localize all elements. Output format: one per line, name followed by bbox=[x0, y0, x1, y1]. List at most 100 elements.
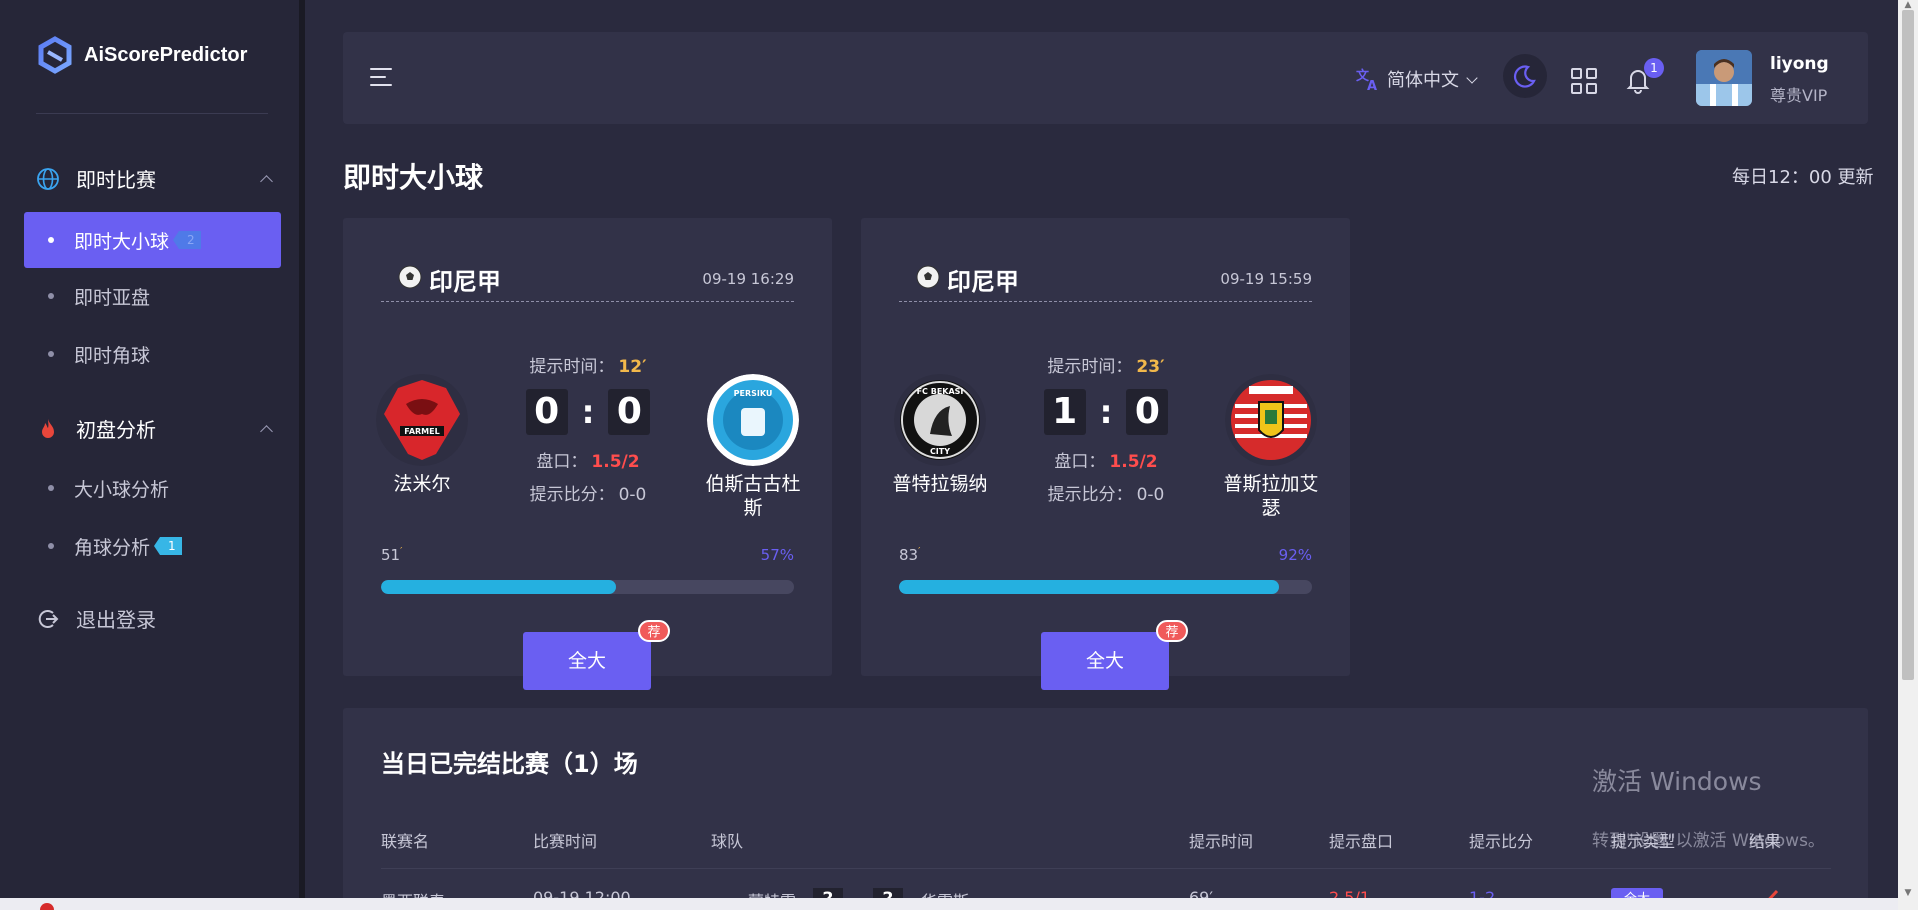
apps-grid-icon[interactable] bbox=[1571, 68, 1597, 94]
handicap-label: 盘口： bbox=[536, 452, 588, 472]
chevron-down-icon bbox=[1467, 74, 1477, 84]
logout-icon bbox=[38, 609, 59, 628]
league-header: 印尼甲 09-19 16:29 bbox=[381, 262, 794, 302]
moon-icon bbox=[1513, 65, 1536, 88]
progress-percent: 92% bbox=[1278, 546, 1312, 564]
progress-fill bbox=[899, 580, 1279, 594]
svg-text:FC BEKASI: FC BEKASI bbox=[917, 387, 964, 396]
app-logo[interactable]: AiScorePredictor bbox=[36, 36, 247, 74]
language-label: 简体中文 bbox=[1387, 70, 1459, 91]
count-badge: 2 bbox=[173, 231, 201, 249]
football-icon bbox=[916, 265, 940, 289]
home-team-name: 普特拉锡纳 bbox=[892, 473, 988, 495]
football-icon bbox=[398, 265, 422, 289]
logout-label: 退出登录 bbox=[76, 608, 156, 632]
avatar[interactable] bbox=[1696, 50, 1752, 106]
progress-percent: 57% bbox=[760, 546, 794, 564]
hint-time-value: 23′ bbox=[1136, 357, 1165, 377]
bullet-icon bbox=[48, 237, 54, 243]
hint-time-label: 提示时间： bbox=[1047, 357, 1133, 377]
handicap-value: 1.5/2 bbox=[591, 452, 640, 472]
hint-time: 提示时间： 12′ bbox=[503, 352, 673, 377]
sidebar-item-live-corner[interactable]: 即时角球 bbox=[24, 326, 281, 382]
nav-group-early-analysis[interactable]: 初盘分析 bbox=[36, 414, 272, 443]
hint-score: 提示比分： 0-0 bbox=[503, 480, 673, 505]
menu-toggle-icon[interactable] bbox=[370, 68, 394, 88]
pick-button[interactable]: 全大 bbox=[523, 632, 651, 690]
svg-text:CITY: CITY bbox=[930, 447, 950, 456]
sidebar-item-live-asian[interactable]: 即时亚盘 bbox=[24, 268, 281, 324]
match-minute: 83′ bbox=[899, 546, 921, 564]
column-header: 提示时间 bbox=[1189, 832, 1254, 851]
pick-button[interactable]: 全大 bbox=[1041, 632, 1169, 690]
finished-matches-panel: 当日已完结比赛（1）场 联赛名 比赛时间 球队 提示时间 提示盘口 提示比分 提… bbox=[343, 708, 1868, 910]
scoreboard: 0 : 0 bbox=[503, 389, 673, 435]
table-divider bbox=[381, 868, 1831, 869]
notification-badge: 1 bbox=[1644, 58, 1664, 78]
logout-button[interactable]: 退出登录 bbox=[36, 604, 156, 633]
hint-score-value: 0-0 bbox=[618, 485, 647, 505]
logo-icon bbox=[38, 36, 72, 74]
sidebar-item-label: 即时亚盘 bbox=[74, 286, 151, 309]
svg-text:PERSIKU: PERSIKU bbox=[734, 389, 773, 398]
recommend-badge: 荐 bbox=[1156, 620, 1188, 642]
home-score: 0 bbox=[525, 389, 568, 435]
scrollbar-thumb[interactable] bbox=[1902, 10, 1914, 680]
language-selector[interactable]: 文 A 简体中文 bbox=[1355, 66, 1477, 92]
scroll-up-icon[interactable]: ▲ bbox=[1902, 0, 1914, 10]
sidebar-item-label: 大小球分析 bbox=[74, 478, 170, 501]
home-score: 1 bbox=[1043, 389, 1086, 435]
column-header: 比赛时间 bbox=[533, 832, 598, 851]
activation-watermark: 激活 Windows bbox=[1592, 767, 1762, 796]
home-team: FARMEL 法米尔 bbox=[367, 374, 477, 496]
chevron-up-icon bbox=[260, 173, 272, 185]
count-badge: 1 bbox=[154, 537, 182, 555]
bullet-icon bbox=[48, 543, 54, 549]
chevron-up-icon bbox=[260, 423, 272, 435]
handicap: 盘口： 1.5/2 bbox=[1021, 447, 1191, 472]
scoreboard: 1 : 0 bbox=[1021, 389, 1191, 435]
column-header: 提示盘口 bbox=[1329, 832, 1394, 851]
user-role: 尊贵VIP bbox=[1770, 86, 1828, 105]
away-score: 0 bbox=[608, 389, 651, 435]
match-minute-value: 83 bbox=[899, 546, 919, 564]
match-time: 09-19 15:59 bbox=[1220, 270, 1312, 288]
sidebar-item-label: 即时大小球 bbox=[74, 230, 170, 253]
league-name: 印尼甲 bbox=[429, 268, 501, 296]
horizontal-scrollbar[interactable] bbox=[0, 898, 1898, 910]
hint-time-label: 提示时间： bbox=[529, 357, 615, 377]
avatar-image bbox=[1696, 50, 1752, 106]
match-card: 印尼甲 09-19 15:59 FC BEKASI CITY 普特拉锡纳 提示时… bbox=[861, 218, 1350, 690]
away-team-crest: PERSIKU bbox=[707, 374, 799, 466]
finished-title: 当日已完结比赛（1）场 bbox=[381, 750, 638, 778]
hint-score-label: 提示比分： bbox=[529, 485, 615, 505]
match-card: 印尼甲 09-19 16:29 FARMEL 法米尔 提示时间： 12′ 0 : … bbox=[343, 218, 832, 690]
user-name: liyong bbox=[1770, 54, 1829, 74]
scroll-down-icon[interactable]: ▼ bbox=[1902, 888, 1914, 898]
recommend-badge: 荐 bbox=[638, 620, 670, 642]
nav-group-live[interactable]: 即时比赛 bbox=[36, 164, 272, 193]
nav-group-label: 初盘分析 bbox=[76, 418, 156, 442]
sidebar-item-live-over-under[interactable]: 即时大小球 2 bbox=[24, 212, 281, 268]
top-bar: 文 A 简体中文 1 liyong 尊贵VIP bbox=[343, 32, 1868, 124]
away-team-name: 普斯拉加艾瑟 bbox=[1223, 473, 1319, 519]
sidebar-item-ou-analysis[interactable]: 大小球分析 bbox=[24, 460, 281, 516]
match-center: 提示时间： 23′ 1 : 0 盘口： 1.5/2 提示比分： 0-0 bbox=[1021, 352, 1191, 505]
hint-score: 提示比分： 0-0 bbox=[1021, 480, 1191, 505]
nav-group-label: 即时比赛 bbox=[76, 168, 156, 192]
away-team: 普斯拉加艾瑟 bbox=[1216, 374, 1326, 520]
theme-toggle-button[interactable] bbox=[1503, 54, 1547, 98]
sidebar-item-label: 即时角球 bbox=[74, 344, 151, 367]
globe-icon bbox=[37, 167, 59, 190]
bullet-icon bbox=[48, 485, 54, 491]
activation-watermark-sub: 转到"设置"以激活 Windows。 bbox=[1592, 831, 1825, 851]
match-time: 09-19 16:29 bbox=[702, 270, 794, 288]
sidebar-item-corner-analysis[interactable]: 角球分析 1 bbox=[24, 518, 281, 574]
column-header: 联赛名 bbox=[381, 832, 430, 851]
update-note: 每日12：00 更新 bbox=[1732, 167, 1874, 188]
svg-text:FARMEL: FARMEL bbox=[404, 427, 439, 436]
home-team: FC BEKASI CITY 普特拉锡纳 bbox=[885, 374, 995, 496]
status-dot-icon bbox=[40, 903, 54, 910]
home-team-name: 法米尔 bbox=[393, 473, 451, 495]
league-header: 印尼甲 09-19 15:59 bbox=[899, 262, 1312, 302]
